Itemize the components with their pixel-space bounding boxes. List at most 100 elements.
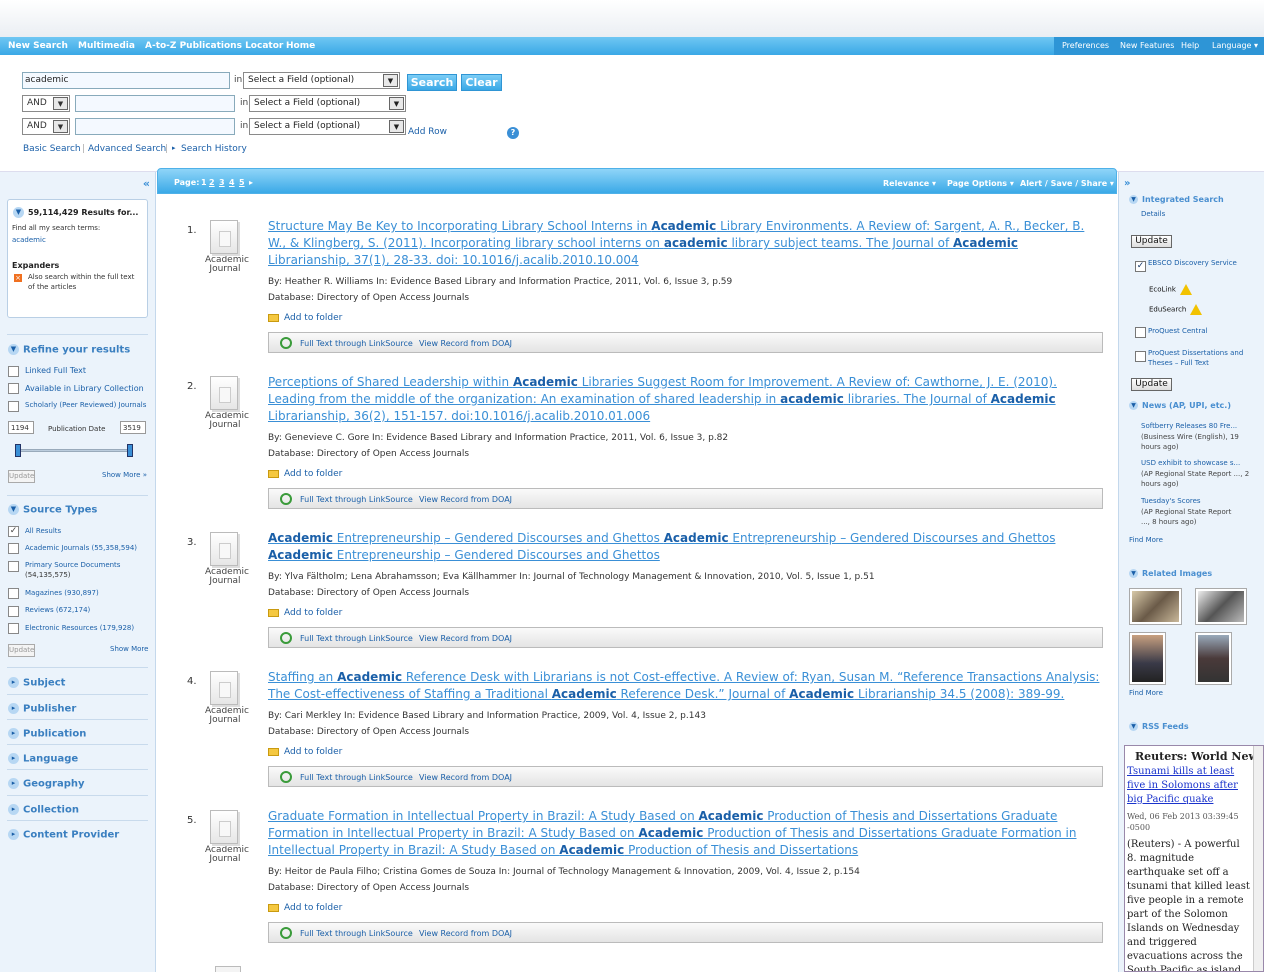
feed-headline-link[interactable]: Tsunami kills at least five in Solomons … (1127, 765, 1249, 807)
related-image-3[interactable] (1129, 632, 1166, 685)
full-text-linksource-link[interactable]: Full Text through LinkSource (300, 495, 413, 504)
nav-new-features[interactable]: New Features (1120, 41, 1174, 50)
news-item-1-title[interactable]: Softberry Releases 80 Fre... (1141, 422, 1251, 430)
source-show-more[interactable]: Show More (110, 645, 148, 653)
facet-publication[interactable]: ▸ Publication (8, 728, 86, 740)
checkbox-ebsco[interactable]: ✓ (1135, 261, 1146, 272)
nav-help[interactable]: Help (1181, 41, 1199, 50)
news-item-2-title[interactable]: USD exhibit to showcase s... (1141, 459, 1251, 467)
page-3[interactable]: 3 (219, 178, 225, 187)
chevron-down-icon[interactable]: ▼ (13, 207, 24, 218)
result-title-link[interactable]: Staffing an Academic Reference Desk with… (268, 669, 1103, 703)
refine-show-more[interactable]: Show More » (102, 471, 147, 479)
related-images-heading[interactable]: ▼ Related Images (1129, 569, 1212, 578)
add-to-folder-link[interactable]: Add to folder (268, 313, 342, 323)
nav-language[interactable]: Language ▾ (1212, 41, 1258, 50)
facet-collection[interactable]: ▸ Collection (8, 804, 79, 816)
news-item-3-title[interactable]: Tuesday's Scores (1141, 497, 1251, 505)
feed-scrollbar[interactable] (1253, 746, 1263, 971)
facet-subject[interactable]: ▸ Subject (8, 677, 65, 689)
checkbox-electronic-resources[interactable] (8, 623, 19, 634)
field-select-1[interactable]: Select a Field (optional) ▼ (243, 72, 400, 89)
date-slider-track[interactable] (16, 449, 132, 452)
add-to-folder-link[interactable]: Add to folder (268, 903, 342, 913)
alert-save-share[interactable]: Alert / Save / Share ▾ (1020, 179, 1114, 188)
field-select-2[interactable]: Select a Field (optional) ▼ (249, 95, 406, 112)
result-title-link[interactable]: Perceptions of Shared Leadership within … (268, 374, 1103, 425)
related-image-2[interactable] (1195, 588, 1247, 625)
boolean-select-3[interactable]: AND ▼ (22, 118, 70, 135)
source-update-button[interactable]: Update (8, 644, 35, 657)
page-2[interactable]: 2 (209, 178, 215, 187)
images-find-more[interactable]: Find More (1129, 689, 1163, 697)
facet-content-provider[interactable]: ▸ Content Provider (8, 829, 119, 841)
search-input-2[interactable] (75, 95, 235, 112)
checkbox-proquest[interactable] (1135, 327, 1146, 338)
page-1[interactable]: 1 (201, 178, 207, 187)
rss-heading[interactable]: ▼ RSS Feeds (1129, 722, 1189, 731)
integrated-update-button-1[interactable]: Update (1131, 235, 1172, 248)
collapse-left-icon[interactable]: « (143, 177, 150, 190)
academic-journal-icon[interactable]: Academic Journal (205, 220, 249, 274)
checkbox-all-results[interactable]: ✓ (8, 526, 19, 537)
refine-results-heading[interactable]: ▼ Refine your results (8, 344, 130, 356)
nav-preferences[interactable]: Preferences (1062, 41, 1109, 50)
full-text-linksource-link[interactable]: Full Text through LinkSource (300, 773, 413, 782)
help-icon[interactable]: ? (507, 127, 519, 139)
add-row-link[interactable]: Add Row (408, 127, 447, 137)
details-link[interactable]: Details (1141, 210, 1165, 218)
checkbox-scholarly[interactable] (8, 401, 19, 412)
add-to-folder-link[interactable]: Add to folder (268, 747, 342, 757)
integrated-update-button-2[interactable]: Update (1131, 378, 1172, 391)
checkbox-linked-full-text[interactable] (8, 366, 19, 377)
academic-journal-icon[interactable]: Academic Journal (205, 532, 249, 586)
facet-publisher[interactable]: ▸ Publisher (8, 703, 76, 715)
proquest-central-link[interactable]: ProQuest Central (1148, 327, 1207, 335)
refine-update-button[interactable]: Update (8, 470, 35, 483)
facet-geography[interactable]: ▸ Geography (8, 778, 85, 790)
search-button[interactable]: Search (407, 74, 457, 91)
next-page-icon[interactable]: ▸ (249, 178, 253, 187)
checkbox-reviews[interactable] (8, 606, 19, 617)
page-options[interactable]: Page Options ▾ (947, 179, 1014, 188)
result-title-link[interactable]: Structure May Be Key to Incorporating Li… (268, 218, 1103, 269)
advanced-search-link[interactable]: Advanced Search (88, 144, 166, 154)
remove-expander-icon[interactable]: × (14, 274, 22, 282)
academic-journal-icon[interactable]: Academic Journal (205, 376, 249, 430)
view-record-doaj-link[interactable]: View Record from DOAJ (419, 929, 512, 938)
checkbox-magazines[interactable] (8, 588, 19, 599)
date-slider-handle-max[interactable] (127, 444, 133, 457)
academic-journal-icon[interactable]: Academic Journal (205, 810, 249, 864)
news-heading[interactable]: ▼ News (AP, UPI, etc.) (1129, 401, 1231, 410)
checkbox-pqdt[interactable] (1135, 351, 1146, 362)
result-title-link[interactable]: Graduate Formation in Intellectual Prope… (268, 808, 1103, 859)
add-to-folder-link[interactable]: Add to folder (268, 608, 342, 618)
integrated-search-heading[interactable]: ▼ Integrated Search (1129, 195, 1224, 204)
view-record-doaj-link[interactable]: View Record from DOAJ (419, 495, 512, 504)
relevance-sort[interactable]: Relevance ▾ (883, 179, 936, 188)
boolean-select-2[interactable]: AND ▼ (22, 95, 70, 112)
search-input-1[interactable]: academic (22, 72, 230, 89)
checkbox-academic-journals[interactable] (8, 543, 19, 554)
nav-publications-locator[interactable]: A-to-Z Publications Locator (145, 41, 283, 51)
result-title-link[interactable]: Academic Entrepreneurship – Gendered Dis… (268, 530, 1103, 564)
facet-language[interactable]: ▸ Language (8, 753, 78, 765)
source-types-heading[interactable]: ▼ Source Types (8, 504, 97, 516)
date-slider-handle-min[interactable] (15, 444, 21, 457)
add-to-folder-link[interactable]: Add to folder (268, 469, 342, 479)
related-image-1[interactable] (1129, 588, 1182, 625)
date-from-input[interactable]: 1194 (8, 421, 34, 434)
search-history-link[interactable]: Search History (181, 144, 247, 154)
ebsco-discovery-link[interactable]: EBSCO Discovery Service (1148, 259, 1253, 267)
checkbox-library-collection[interactable] (8, 383, 19, 394)
basic-search-link[interactable]: Basic Search (23, 144, 81, 154)
field-select-3[interactable]: Select a Field (optional) ▼ (249, 118, 406, 135)
collapse-right-icon[interactable]: » (1124, 178, 1130, 189)
page-4[interactable]: 4 (229, 178, 235, 187)
news-find-more[interactable]: Find More (1129, 536, 1163, 544)
view-record-doaj-link[interactable]: View Record from DOAJ (419, 773, 512, 782)
full-text-linksource-link[interactable]: Full Text through LinkSource (300, 339, 413, 348)
pqdt-link[interactable]: ProQuest Dissertations and Theses – Full… (1148, 348, 1258, 368)
related-image-4[interactable] (1195, 632, 1232, 685)
checkbox-primary-source[interactable] (8, 561, 19, 572)
